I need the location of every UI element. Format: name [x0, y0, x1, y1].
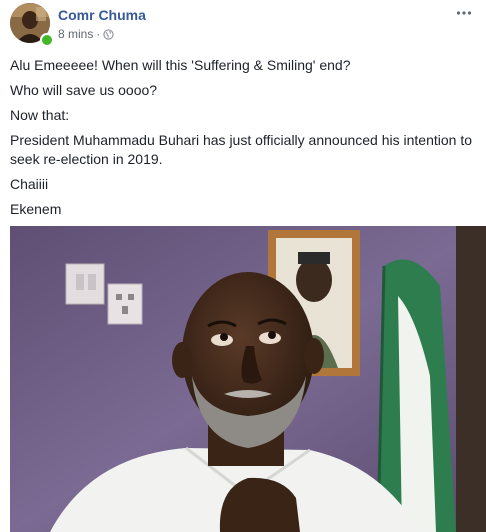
post-paragraph: President Muhammadu Buhari has just offi…: [10, 132, 473, 167]
wall-socket: [107, 283, 143, 325]
post-paragraph: Ekenem: [10, 201, 62, 217]
meta-separator: ·: [96, 27, 101, 41]
post-paragraph: Chaiiii: [10, 176, 49, 192]
selfie-photo: [10, 226, 486, 532]
post-text: Alu Emeeeee! When will this 'Suffering &…: [10, 56, 478, 225]
post-paragraph: Who will save us oooo?: [10, 82, 158, 98]
online-status-icon: [40, 33, 54, 47]
more-options-icon[interactable]: [456, 9, 472, 17]
post-photo[interactable]: [10, 226, 486, 532]
post-header: Comr Chuma 8 mins ·: [10, 3, 476, 47]
post-paragraph: Now that:: [10, 107, 70, 123]
facebook-post: Comr Chuma 8 mins · Alu Emeeeee! When wi…: [0, 0, 486, 532]
wall-switch: [65, 263, 105, 305]
author-name[interactable]: Comr Chuma: [58, 7, 146, 23]
post-paragraph: Alu Emeeeee! When will this 'Suffering &…: [10, 57, 351, 73]
globe-icon[interactable]: [103, 28, 115, 40]
post-meta: 8 mins ·: [58, 27, 115, 41]
post-timestamp[interactable]: 8 mins: [58, 27, 93, 41]
